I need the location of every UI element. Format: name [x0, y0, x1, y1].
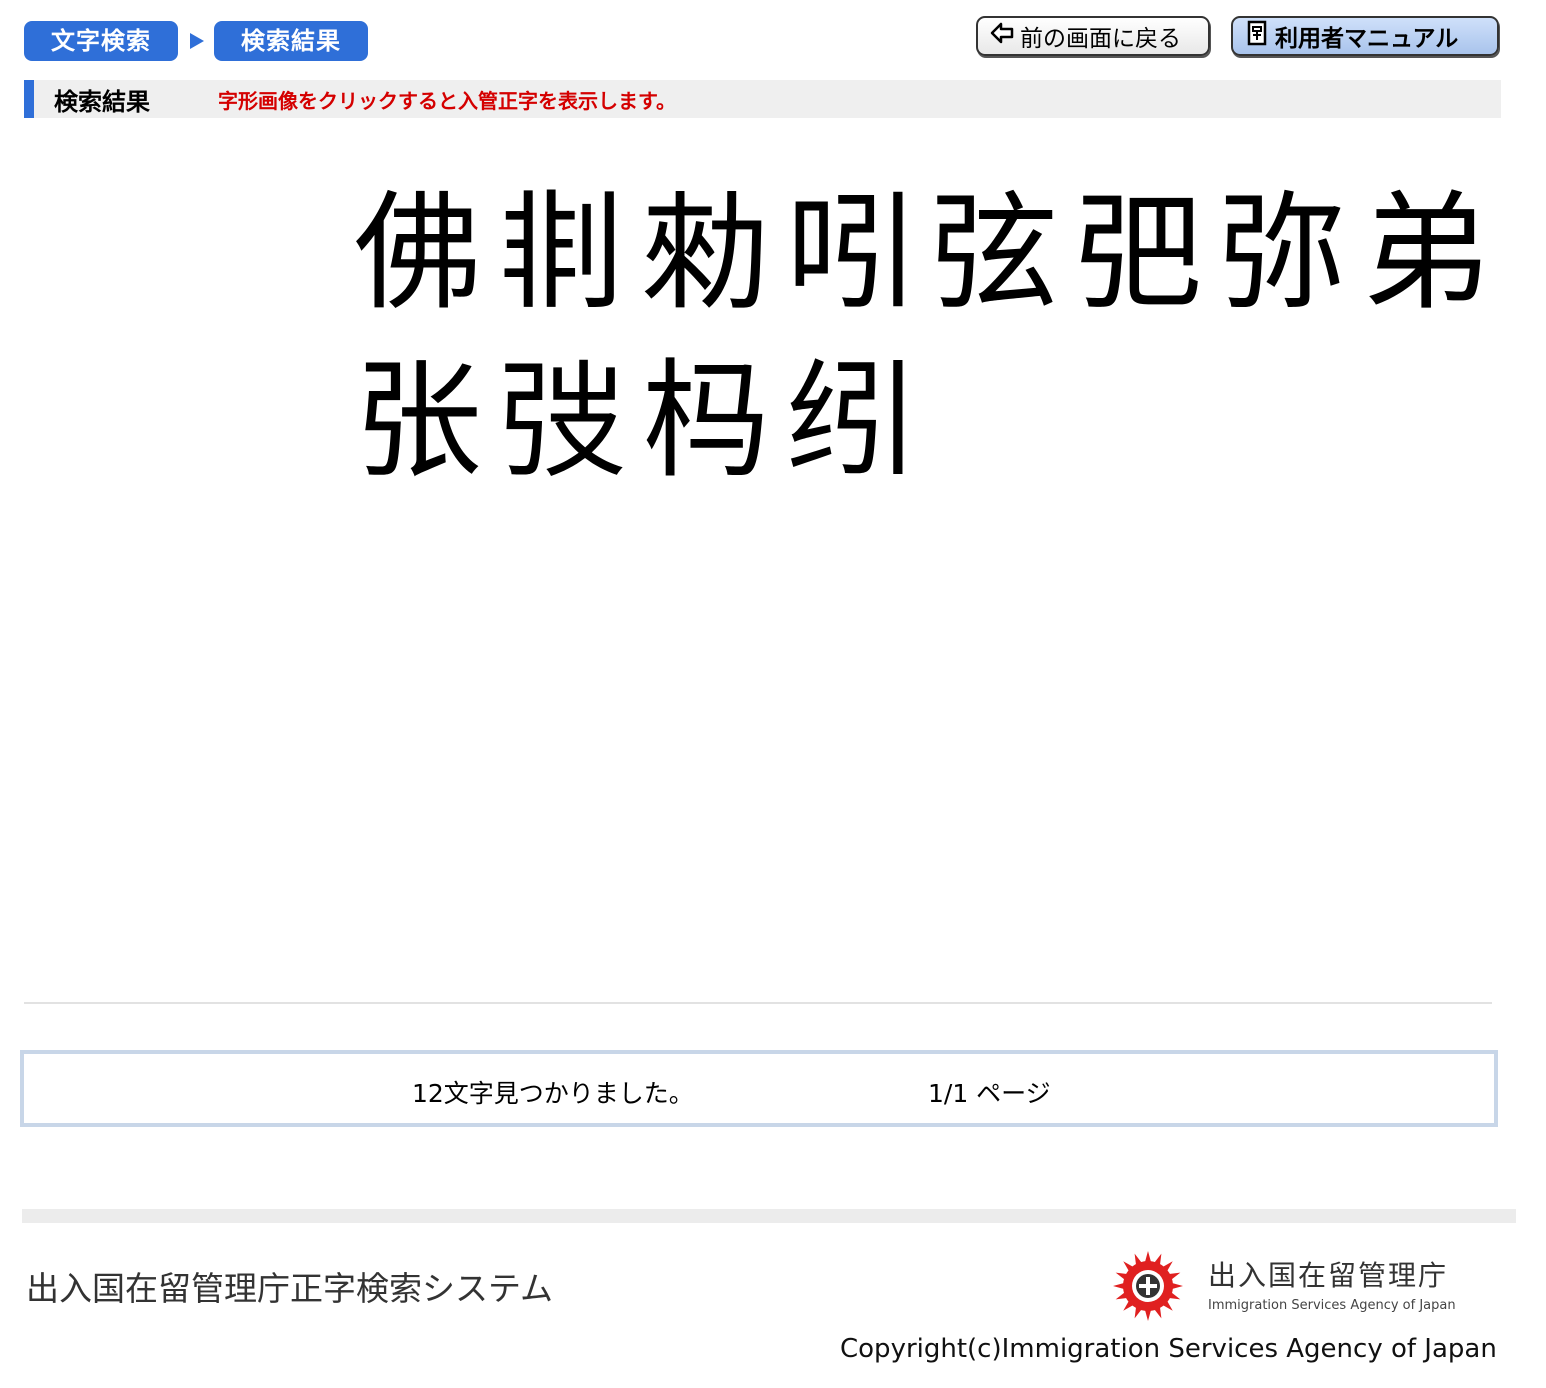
character-glyph[interactable]: 弥	[1210, 179, 1354, 329]
character-glyph[interactable]: 弝	[1066, 179, 1210, 329]
character-glyph[interactable]: 佛	[346, 179, 490, 329]
result-count: 12文字見つかりました。	[412, 1079, 694, 1108]
character-glyph[interactable]: 剕	[490, 179, 634, 329]
agency-name-english: Immigration Services Agency of Japan	[1208, 1298, 1456, 1313]
character-row: 佛 剕 勑 吲 弦 弝 弥 弟	[346, 170, 1506, 338]
section-title: 検索結果	[54, 87, 150, 116]
system-name: 出入国在留管理庁正字検索システム	[26, 1269, 554, 1308]
arrow-left-icon	[988, 22, 1016, 50]
section-header: 検索結果 字形画像をクリックすると入管正字を表示します。	[24, 80, 1501, 118]
breadcrumb: 文字検索 検索結果	[24, 20, 368, 62]
divider	[24, 1002, 1492, 1004]
character-glyph[interactable]: 杩	[634, 347, 778, 497]
back-button-label: 前の画面に戻る	[1020, 26, 1181, 52]
character-glyph[interactable]: 弢	[490, 347, 634, 497]
breadcrumb-search-results[interactable]: 検索結果	[214, 21, 368, 61]
user-manual-button[interactable]: 利用者マニュアル	[1231, 16, 1499, 56]
user-manual-label: 利用者マニュアル	[1275, 26, 1459, 52]
character-glyph[interactable]: 勑	[634, 179, 778, 329]
character-glyph[interactable]: 纼	[778, 347, 922, 497]
breadcrumb-character-search[interactable]: 文字検索	[24, 21, 178, 61]
page-indicator: 1/1 ページ	[928, 1079, 1051, 1108]
character-results: 佛 剕 勑 吲 弦 弝 弥 弟 张 弢 杩 纼	[346, 170, 1506, 506]
agency-name: 出入国在留管理庁	[1208, 1259, 1449, 1292]
character-row: 张 弢 杩 纼	[346, 338, 1506, 506]
footer-bar	[22, 1209, 1516, 1223]
section-instruction: 字形画像をクリックすると入管正字を表示します。	[218, 88, 676, 113]
back-button[interactable]: 前の画面に戻る	[976, 16, 1210, 56]
breadcrumb-arrow-icon	[190, 33, 204, 49]
manual-book-icon	[1243, 20, 1271, 52]
character-glyph[interactable]: 吲	[778, 179, 922, 329]
copyright: Copyright(c)Immigration Services Agency …	[840, 1334, 1497, 1364]
character-glyph[interactable]: 弦	[922, 179, 1066, 329]
character-glyph[interactable]: 弟	[1354, 179, 1498, 329]
result-summary: 12文字見つかりました。 1/1 ページ	[20, 1050, 1498, 1127]
character-glyph[interactable]: 张	[346, 347, 490, 497]
agency-emblem-icon	[1112, 1250, 1184, 1322]
